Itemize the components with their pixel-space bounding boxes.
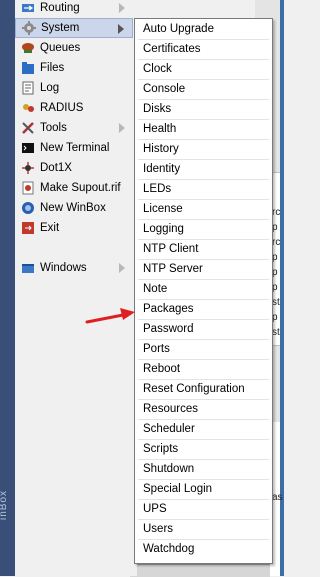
submenu-item-shutdown[interactable]: Shutdown xyxy=(138,460,269,480)
submenu-item-resources[interactable]: Resources xyxy=(138,400,269,420)
bg-text-fragment: as xyxy=(272,492,283,503)
winbox-icon xyxy=(21,201,35,215)
menu-item-files[interactable]: Files xyxy=(15,58,133,78)
submenu-item-note[interactable]: Note xyxy=(138,280,269,300)
menu-item-exit[interactable]: Exit xyxy=(15,218,133,238)
folder-icon xyxy=(21,61,35,75)
menu-item-label: New Terminal xyxy=(40,142,110,154)
gear-icon xyxy=(22,21,36,35)
submenu-item-watchdog[interactable]: Watchdog xyxy=(138,540,269,560)
menu-item-windows[interactable]: Windows xyxy=(15,258,133,278)
menu-item-label: Dot1X xyxy=(40,162,72,174)
menu-item-label: Make Supout.rif xyxy=(40,182,121,194)
menu-item-label: Routing xyxy=(40,2,80,14)
submenu-item-leds[interactable]: LEDs xyxy=(138,180,269,200)
submenu-item-auto-upgrade[interactable]: Auto Upgrade xyxy=(138,20,269,40)
submenu-item-ntp-client[interactable]: NTP Client xyxy=(138,240,269,260)
menu-item-dot1x[interactable]: Dot1X xyxy=(15,158,133,178)
submenu-item-scheduler[interactable]: Scheduler xyxy=(138,420,269,440)
side-strip: inBox xyxy=(0,0,15,576)
dot1x-icon xyxy=(21,161,35,175)
submenu-item-ntp-server[interactable]: NTP Server xyxy=(138,260,269,280)
menu-item-label: Tools xyxy=(40,122,67,134)
menu-item-label: Exit xyxy=(40,222,60,234)
submenu-item-license[interactable]: License xyxy=(138,200,269,220)
chevron-right-icon xyxy=(118,24,124,34)
windows-icon xyxy=(21,261,35,275)
submenu-item-special-login[interactable]: Special Login xyxy=(138,480,269,500)
submenu-item-reset-configuration[interactable]: Reset Configuration xyxy=(138,380,269,400)
submenu-item-console[interactable]: Console xyxy=(138,80,269,100)
menu-item-label: New WinBox xyxy=(40,202,106,214)
menu-item-log[interactable]: Log xyxy=(15,78,133,98)
menu-item-new-winbox[interactable]: New WinBox xyxy=(15,198,133,218)
routing-icon xyxy=(21,1,35,15)
menu-item-tools[interactable]: Tools xyxy=(15,118,133,138)
submenu-item-clock[interactable]: Clock xyxy=(138,60,269,80)
submenu-item-reboot[interactable]: Reboot xyxy=(138,360,269,380)
red-arrow-annotation xyxy=(85,308,135,324)
bg-text-fragment: rc xyxy=(272,207,281,218)
menu-item-label: System xyxy=(41,22,80,34)
submenu-item-ports[interactable]: Ports xyxy=(138,340,269,360)
main-menu: Routing System Queues Files Log RADIUS T… xyxy=(15,0,137,576)
chevron-right-icon xyxy=(119,123,125,133)
bg-text-fragment: st xyxy=(272,297,280,308)
radius-icon xyxy=(21,101,35,115)
menu-item-label: Log xyxy=(40,82,60,94)
submenu-item-packages[interactable]: Packages xyxy=(138,300,269,320)
queues-icon xyxy=(21,41,35,55)
chevron-right-icon xyxy=(119,263,125,273)
menu-item-label: Files xyxy=(40,62,65,74)
bg-text-fragment: st xyxy=(272,327,280,338)
supout-icon xyxy=(21,181,35,195)
submenu-item-ups[interactable]: UPS xyxy=(138,500,269,520)
background-status-bar xyxy=(130,564,270,577)
submenu-item-certificates[interactable]: Certificates xyxy=(138,40,269,60)
submenu-item-history[interactable]: History xyxy=(138,140,269,160)
system-submenu: Auto Upgrade Certificates Clock Console … xyxy=(134,18,273,564)
exit-icon xyxy=(21,221,35,235)
submenu-item-health[interactable]: Health xyxy=(138,120,269,140)
background-window-edge xyxy=(280,0,284,576)
submenu-item-identity[interactable]: Identity xyxy=(138,160,269,180)
tools-icon xyxy=(21,121,35,135)
menu-item-label: Windows xyxy=(40,262,87,274)
menu-item-label: RADIUS xyxy=(40,102,84,114)
submenu-item-scripts[interactable]: Scripts xyxy=(138,440,269,460)
menu-item-radius[interactable]: RADIUS xyxy=(15,98,133,118)
submenu-item-logging[interactable]: Logging xyxy=(138,220,269,240)
log-icon xyxy=(21,81,35,95)
side-strip-text: inBox xyxy=(0,489,9,520)
menu-item-system[interactable]: System xyxy=(15,18,133,38)
submenu-item-password[interactable]: Password xyxy=(138,320,269,340)
menu-item-routing[interactable]: Routing xyxy=(15,0,133,18)
terminal-icon xyxy=(21,141,35,155)
menu-item-queues[interactable]: Queues xyxy=(15,38,133,58)
chevron-right-icon xyxy=(119,3,125,13)
bg-text-fragment: rc xyxy=(272,237,281,248)
menu-item-new-terminal[interactable]: New Terminal xyxy=(15,138,133,158)
menu-item-label: Queues xyxy=(40,42,81,54)
submenu-item-disks[interactable]: Disks xyxy=(138,100,269,120)
submenu-item-users[interactable]: Users xyxy=(138,520,269,540)
menu-item-make-supout[interactable]: Make Supout.rif xyxy=(15,178,133,198)
